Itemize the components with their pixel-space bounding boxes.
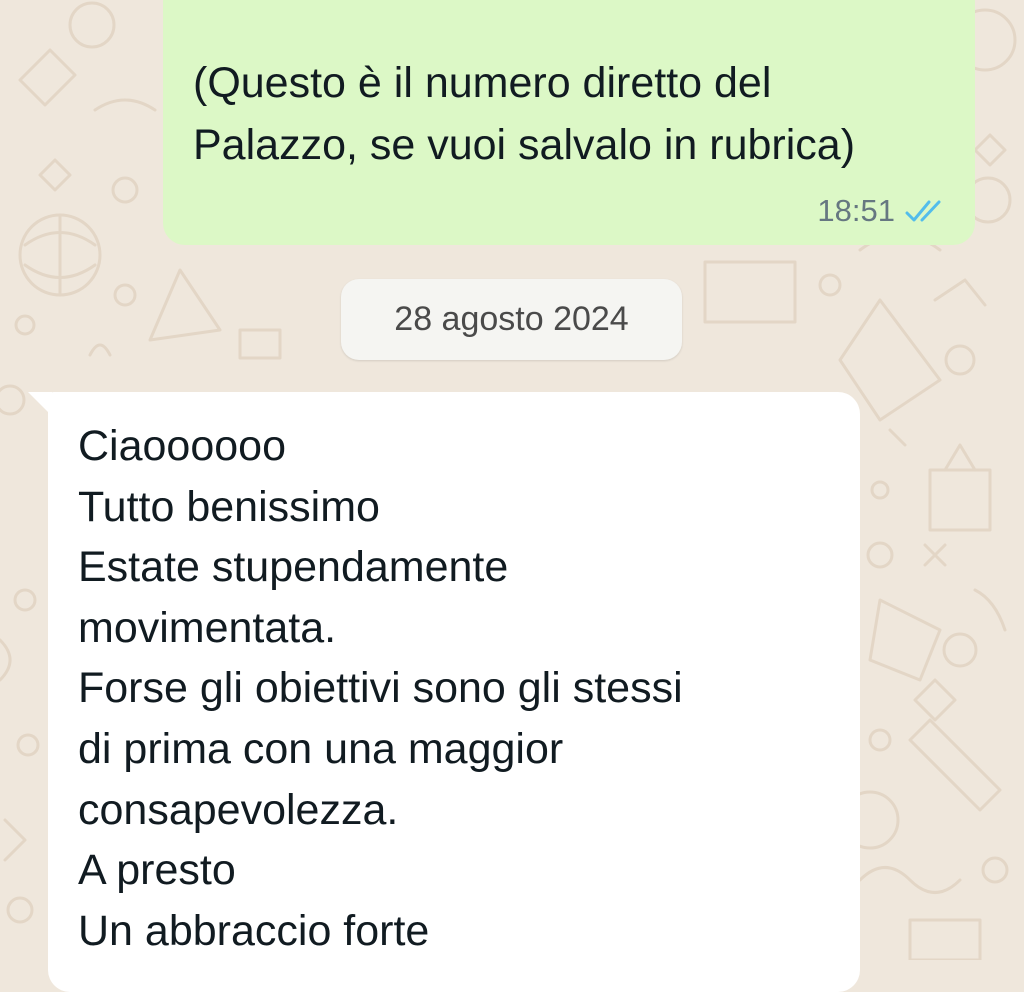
message-line: consapevolezza.	[78, 785, 399, 834]
outgoing-message-bubble[interactable]: (Questo è il numero diretto del Palazzo,…	[163, 0, 975, 245]
incoming-message-bubble[interactable]: Ciaoooooo Tutto benissimo Estate stupend…	[48, 392, 860, 992]
message-line: Estate stupendamente	[78, 543, 509, 592]
date-separator-label: 28 agosto 2024	[394, 300, 629, 338]
message-line: Un abbraccio forte	[78, 906, 430, 955]
message-time: 18:51	[817, 193, 895, 228]
message-line: di prima con una maggior	[78, 724, 564, 773]
message-meta: 18:51	[817, 193, 949, 229]
outgoing-message-text: (Questo è il numero diretto del Palazzo,…	[193, 59, 856, 169]
date-separator: 28 agosto 2024	[341, 279, 682, 360]
double-check-read-icon	[905, 200, 941, 222]
message-line: Ciaoooooo	[78, 422, 287, 470]
message-line: Tutto benissimo	[78, 482, 380, 531]
message-line: movimentata.	[78, 603, 337, 652]
message-line: A presto	[78, 846, 236, 895]
incoming-message-text: Ciaoooooo Tutto benissimo Estate stupend…	[78, 416, 683, 961]
message-line: Forse gli obiettivi sono gli stessi	[78, 664, 683, 713]
